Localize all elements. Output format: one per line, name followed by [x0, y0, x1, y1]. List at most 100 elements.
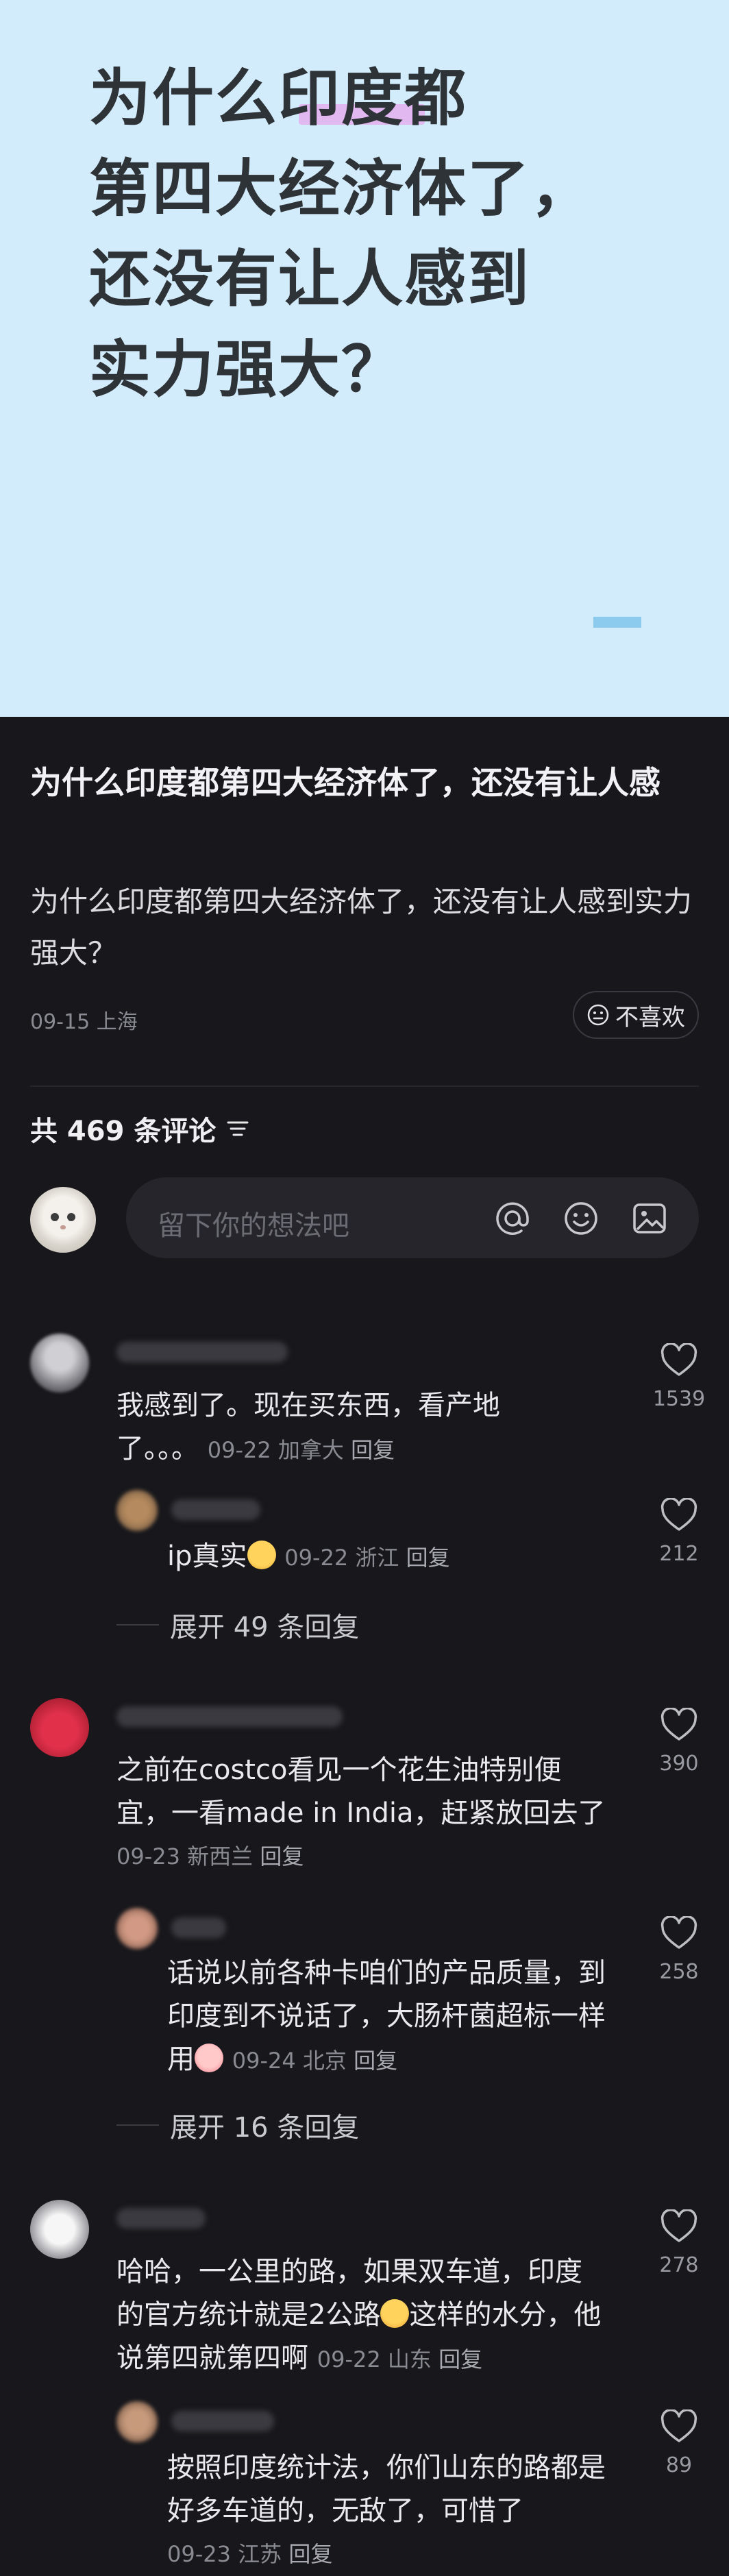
like-button[interactable]: 1539	[648, 1343, 710, 1411]
comment-meta: 09-22 山东 回复	[317, 2346, 483, 2372]
reply-text-line: 用 09-24 北京 回复	[167, 2044, 398, 2075]
comment-meta: 09-22 加拿大 回复	[207, 1437, 395, 1463]
avatar[interactable]	[116, 1490, 158, 1531]
divider	[30, 1085, 699, 1087]
my-avatar[interactable]	[30, 1187, 96, 1253]
reply-button[interactable]: 回复	[351, 1437, 395, 1463]
reply-button[interactable]: 回复	[406, 1545, 450, 1571]
comment-item: 哈哈，一公里的路，如果双车道，印度 的官方统计就是2公路 这样的水分，他 说第四就…	[0, 2196, 729, 2576]
post-date: 09-15	[30, 1010, 90, 1034]
cover-title-line: 实力强大？	[89, 334, 404, 406]
comment-text[interactable]: 之前在costco看见一个花生油特别便 宜，一看made in India，赶紧…	[116, 1749, 637, 1878]
expand-replies-button[interactable]: 展开 16 条回复	[116, 2105, 359, 2145]
heart-icon	[660, 1343, 697, 1376]
comment-meta: 09-23 江苏 回复	[167, 2541, 333, 2567]
cover-image[interactable]: 为什么印度都 第四大经济体了， 还没有让人感到 实力强大？	[0, 0, 729, 717]
reply-text-line: 话说以前各种卡咱们的产品质量，到	[167, 1957, 606, 1989]
reply-text-content: ip真实	[167, 1541, 247, 1572]
comment-input-placeholder: 留下你的想法吧	[158, 1210, 349, 1242]
heart-icon	[660, 2409, 697, 2442]
avatar-eye	[67, 1213, 75, 1221]
like-count: 390	[659, 1752, 699, 1776]
post-title: 为什么印度都第四大经济体了，还没有让人感	[30, 764, 660, 801]
like-count: 258	[659, 1960, 699, 1984]
expand-replies-label: 展开 49 条回复	[170, 1612, 360, 1643]
post-meta: 09-15 上海	[30, 1005, 138, 1035]
like-button[interactable]: 258	[648, 1916, 710, 1984]
dislike-button[interactable]: 不喜欢	[573, 991, 699, 1039]
comment-text-line: 之前在costco看见一个花生油特别便	[116, 1754, 562, 1786]
reply-button[interactable]: 回复	[260, 1843, 304, 1869]
cover-title-line: 第四大经济体了，	[89, 153, 593, 225]
avatar[interactable]	[116, 1908, 158, 1949]
crying-emoji-icon	[380, 2299, 410, 2328]
like-count: 1539	[652, 1387, 706, 1411]
comment-text-line: 宜，一看made in India，赶紧放回去了	[116, 1798, 606, 1829]
reply-text-line: 按照印度统计法，你们山东的路都是	[167, 2452, 606, 2483]
reply-text[interactable]: 话说以前各种卡咱们的产品质量，到 印度到不说话了，大肠杆菌超标一样 用 09-2…	[167, 1952, 633, 2083]
meh-face-icon	[587, 1004, 609, 1026]
comment-text[interactable]: 我感到了。现在买东西，看产地 了。。。 09-22 加拿大 回复	[116, 1384, 555, 1472]
page-indicator	[593, 617, 641, 628]
image-icon[interactable]	[630, 1199, 669, 1238]
comment-text-line: 哈哈，一公里的路，如果双车道，印度	[116, 2256, 582, 2287]
divider	[116, 1624, 159, 1626]
comment-input[interactable]: 留下你的想法吧	[126, 1177, 699, 1258]
comment-count-header[interactable]: 共 469 条评论	[30, 1109, 250, 1149]
avatar-eye	[51, 1213, 59, 1221]
post-body: 为什么印度都第四大经济体了，还没有让人感到实力强大？	[30, 885, 693, 970]
like-button[interactable]: 89	[648, 2409, 710, 2477]
comment-meta: 09-23 新西兰 回复	[116, 1843, 304, 1869]
cover-title: 为什么印度都 第四大经济体了， 还没有让人感到 实力强大？	[89, 53, 678, 415]
avatar[interactable]	[30, 1334, 89, 1393]
cover-title-line: 为什么印度都	[89, 62, 467, 134]
at-icon[interactable]	[493, 1199, 532, 1238]
heart-icon	[660, 1708, 697, 1741]
comment-text-line: 了。。。 09-22 加拿大 回复	[116, 1433, 395, 1464]
comment-item: 之前在costco看见一个花生油特别便 宜，一看made in India，赶紧…	[0, 1694, 729, 2146]
reply-text[interactable]: ip真实 09-22 浙江 回复	[167, 1535, 606, 1580]
heart-icon	[660, 1498, 697, 1531]
reply-text[interactable]: 按照印度统计法，你们山东的路都是 好多车道的，无敌了，可惜了 09-23 江苏 …	[167, 2446, 633, 2576]
post-location: 上海	[96, 1010, 138, 1034]
username[interactable]	[116, 1342, 288, 1362]
comment-text-line: 说第四就第四啊 09-22 山东 回复	[116, 2342, 483, 2374]
username[interactable]	[171, 2411, 274, 2431]
like-button[interactable]: 212	[648, 1498, 710, 1566]
reply-text-line: 好多车道的，无敌了，可惜了	[167, 2495, 523, 2527]
avatar[interactable]	[116, 2401, 158, 2442]
reply-button[interactable]: 回复	[438, 2346, 482, 2372]
comment-text-line: 我感到了。现在买东西，看产地	[116, 1390, 500, 1421]
peach-emoji-icon	[195, 2044, 223, 2072]
smirk-emoji-icon	[247, 1541, 276, 1569]
username[interactable]	[116, 2208, 206, 2229]
comment-meta: 09-22 浙江 回复	[284, 1545, 450, 1571]
expand-replies-button[interactable]: 展开 49 条回复	[116, 1605, 359, 1645]
expand-replies-label: 展开 16 条回复	[170, 2112, 360, 2144]
comment-text[interactable]: 哈哈，一公里的路，如果双车道，印度 的官方统计就是2公路 这样的水分，他 说第四就…	[116, 2250, 637, 2381]
emoji-icon[interactable]	[562, 1199, 600, 1238]
username[interactable]	[171, 1499, 260, 1520]
comment-item: 我感到了。现在买东西，看产地 了。。。 09-22 加拿大 回复 1539 ip…	[0, 1329, 729, 1658]
like-count: 278	[659, 2253, 699, 2277]
comment-text-line: 的官方统计就是2公路 这样的水分，他	[116, 2299, 602, 2331]
reply-text-line: 印度到不说话了，大肠杆菌超标一样	[167, 2000, 606, 2032]
divider	[116, 2124, 159, 2126]
username[interactable]	[171, 1917, 226, 1938]
avatar-nose	[60, 1225, 66, 1229]
like-button[interactable]: 390	[648, 1708, 710, 1776]
reply-button[interactable]: 回复	[288, 2541, 332, 2567]
heart-icon	[660, 1916, 697, 1949]
avatar[interactable]	[30, 1698, 89, 1757]
like-count: 89	[665, 2453, 693, 2477]
avatar[interactable]	[30, 2200, 89, 2259]
comment-count-label: 共 469 条评论	[30, 1116, 217, 1147]
cover-title-line: 还没有让人感到	[89, 243, 530, 315]
dislike-label: 不喜欢	[615, 1003, 685, 1031]
comment-meta: 09-24 北京 回复	[232, 2048, 398, 2074]
username[interactable]	[116, 1706, 343, 1727]
reply-button[interactable]: 回复	[354, 2048, 397, 2074]
sort-icon[interactable]	[225, 1116, 250, 1141]
like-button[interactable]: 278	[648, 2209, 710, 2277]
heart-icon	[660, 2209, 697, 2242]
